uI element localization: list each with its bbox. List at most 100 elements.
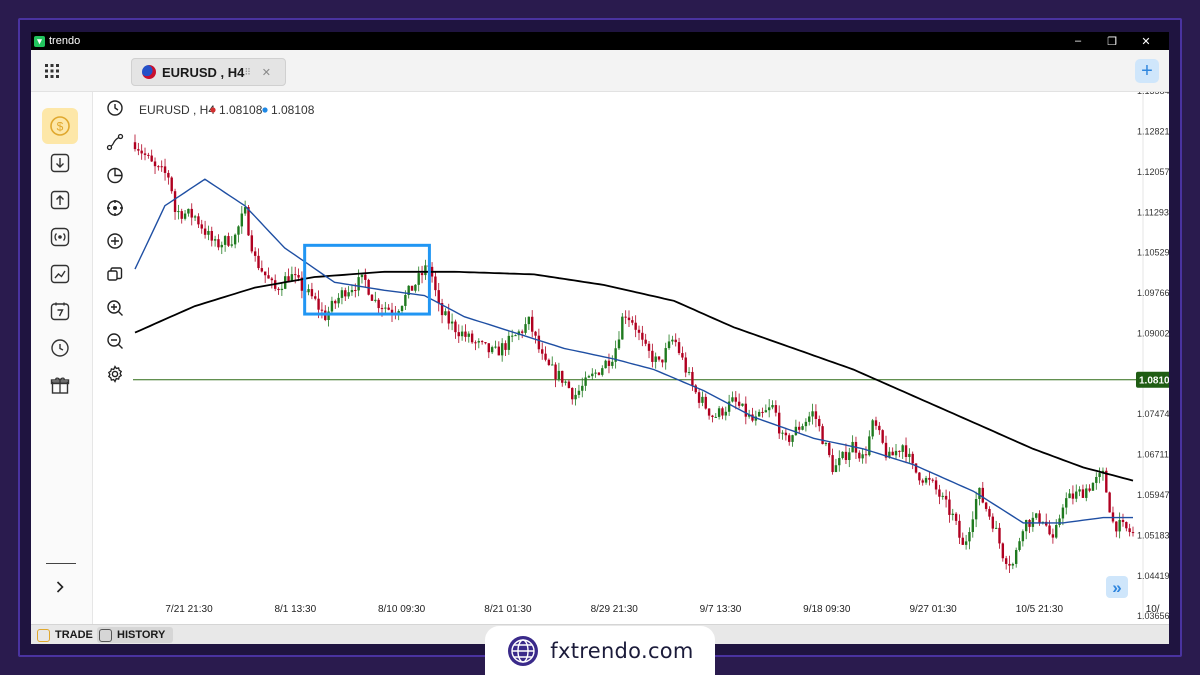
candle-body <box>220 244 223 248</box>
globe-icon <box>508 635 539 666</box>
candle-body <box>577 390 581 395</box>
restore-button[interactable]: ❐ <box>1095 35 1129 48</box>
candle-body <box>644 339 647 344</box>
sidebar-item-gift[interactable] <box>42 367 78 403</box>
tool-zoom-out[interactable] <box>105 331 125 351</box>
legend-bid: 1.08108 <box>219 103 263 117</box>
sidebar-item-history[interactable] <box>42 330 78 366</box>
candle-body <box>350 289 354 293</box>
sidebar-item-dollar[interactable]: $ <box>42 108 78 144</box>
candle-body <box>1075 491 1078 499</box>
close-button[interactable]: ✕ <box>1129 35 1163 48</box>
candle-body <box>721 408 724 416</box>
tab-trade[interactable]: TRADE <box>37 627 93 643</box>
candle-body <box>764 410 768 413</box>
drag-handle-icon[interactable]: ⠿ <box>244 67 251 78</box>
candle-body <box>961 537 964 545</box>
candle-body <box>674 339 677 343</box>
candle-body <box>868 436 871 456</box>
candle-body <box>1058 518 1061 526</box>
tab-history[interactable]: HISTORY <box>97 627 174 643</box>
candle-body <box>280 288 284 291</box>
gear-icon <box>107 365 123 383</box>
candle-body <box>561 370 564 383</box>
y-tick-label: 1.07474 <box>1137 409 1169 419</box>
y-tick-label: 1.06711 <box>1137 450 1169 460</box>
pie-icon <box>107 167 123 184</box>
candle-body <box>978 487 981 500</box>
candle-body <box>240 213 244 227</box>
tool-layers[interactable] <box>105 264 125 284</box>
calendar-icon <box>50 302 70 321</box>
sidebar-item-analytics[interactable] <box>42 256 78 292</box>
tab-label: EURUSD , H4 <box>162 64 245 80</box>
chart-area[interactable]: EURUSD , H4 1.08108 1.08108 1.13584 1.128… <box>133 86 1169 621</box>
candle-body <box>250 235 254 252</box>
candle-body <box>667 341 671 349</box>
candle-body <box>757 411 761 417</box>
trading-app-window: ▾ trendo – ❐ ✕ EURUSD , H4 ⠿ ✕ + $ EURUS… <box>31 32 1169 644</box>
candle-body <box>841 451 844 459</box>
candle-body <box>143 153 147 155</box>
candle-body <box>1088 488 1091 491</box>
scroll-to-latest-button[interactable]: » <box>1106 576 1128 598</box>
candle-body <box>1098 473 1101 477</box>
add-tab-button[interactable]: + <box>1135 59 1159 83</box>
candle-body <box>537 335 541 350</box>
candle-body <box>410 285 414 291</box>
candle-body <box>450 321 454 324</box>
y-tick-label: 1.10529 <box>1137 248 1169 258</box>
legend-symbol: EURUSD , H4 <box>139 103 215 117</box>
tool-crosshair[interactable] <box>105 198 125 218</box>
sidebar: $ <box>31 92 93 624</box>
tab-close-icon[interactable]: ✕ <box>262 66 271 79</box>
candle-body <box>941 495 944 497</box>
candle-body <box>487 343 491 353</box>
candle-body <box>894 450 898 456</box>
bid-dot-icon <box>210 107 216 113</box>
apps-grid-icon[interactable] <box>45 64 59 78</box>
candle-body <box>437 290 440 304</box>
candle-body <box>1065 498 1068 508</box>
minimize-button[interactable]: – <box>1061 35 1095 47</box>
candle-body <box>844 451 848 461</box>
candle-body <box>424 265 427 276</box>
tool-pie[interactable] <box>105 165 125 185</box>
candle-body <box>931 479 934 481</box>
tab-eurusd[interactable]: EURUSD , H4 ⠿ ✕ <box>131 58 286 86</box>
price-chart[interactable]: EURUSD , H4 1.08108 1.08108 1.13584 1.128… <box>133 86 1169 621</box>
chevron-right-icon[interactable] <box>53 580 67 594</box>
candle-body <box>831 455 834 473</box>
candle-body <box>190 208 193 218</box>
analytics-icon <box>50 264 70 284</box>
y-tick-label: 1.12821 <box>1137 127 1169 137</box>
tool-settings[interactable] <box>105 364 125 384</box>
candle-body <box>1035 513 1038 518</box>
withdraw-icon <box>50 190 70 210</box>
candle-body <box>203 228 207 235</box>
candle-body <box>984 502 988 509</box>
candle-body <box>818 418 821 427</box>
highlight-box[interactable] <box>303 243 431 316</box>
candle-body <box>400 305 404 312</box>
candle-body <box>898 450 901 452</box>
y-tick-label: 1.11293 <box>1137 207 1169 217</box>
candle-body <box>183 213 187 219</box>
candle-body <box>193 216 197 218</box>
candle-body <box>584 377 587 386</box>
sidebar-item-deposit[interactable] <box>42 145 78 181</box>
trendo-logo-icon: ▾ <box>34 35 45 47</box>
tool-add[interactable] <box>105 231 125 251</box>
tool-zoom-in[interactable] <box>105 298 125 318</box>
candle-body <box>227 236 230 246</box>
sidebar-item-signal[interactable] <box>42 219 78 255</box>
tool-trendline[interactable] <box>105 132 125 152</box>
candle-body <box>1078 489 1081 492</box>
candle-body <box>1061 507 1065 519</box>
candle-body <box>404 294 407 306</box>
tool-clock[interactable] <box>105 98 125 118</box>
candle-body <box>1085 488 1088 498</box>
sidebar-item-calendar[interactable] <box>42 293 78 329</box>
candle-body <box>737 401 741 406</box>
sidebar-item-withdraw[interactable] <box>42 182 78 218</box>
